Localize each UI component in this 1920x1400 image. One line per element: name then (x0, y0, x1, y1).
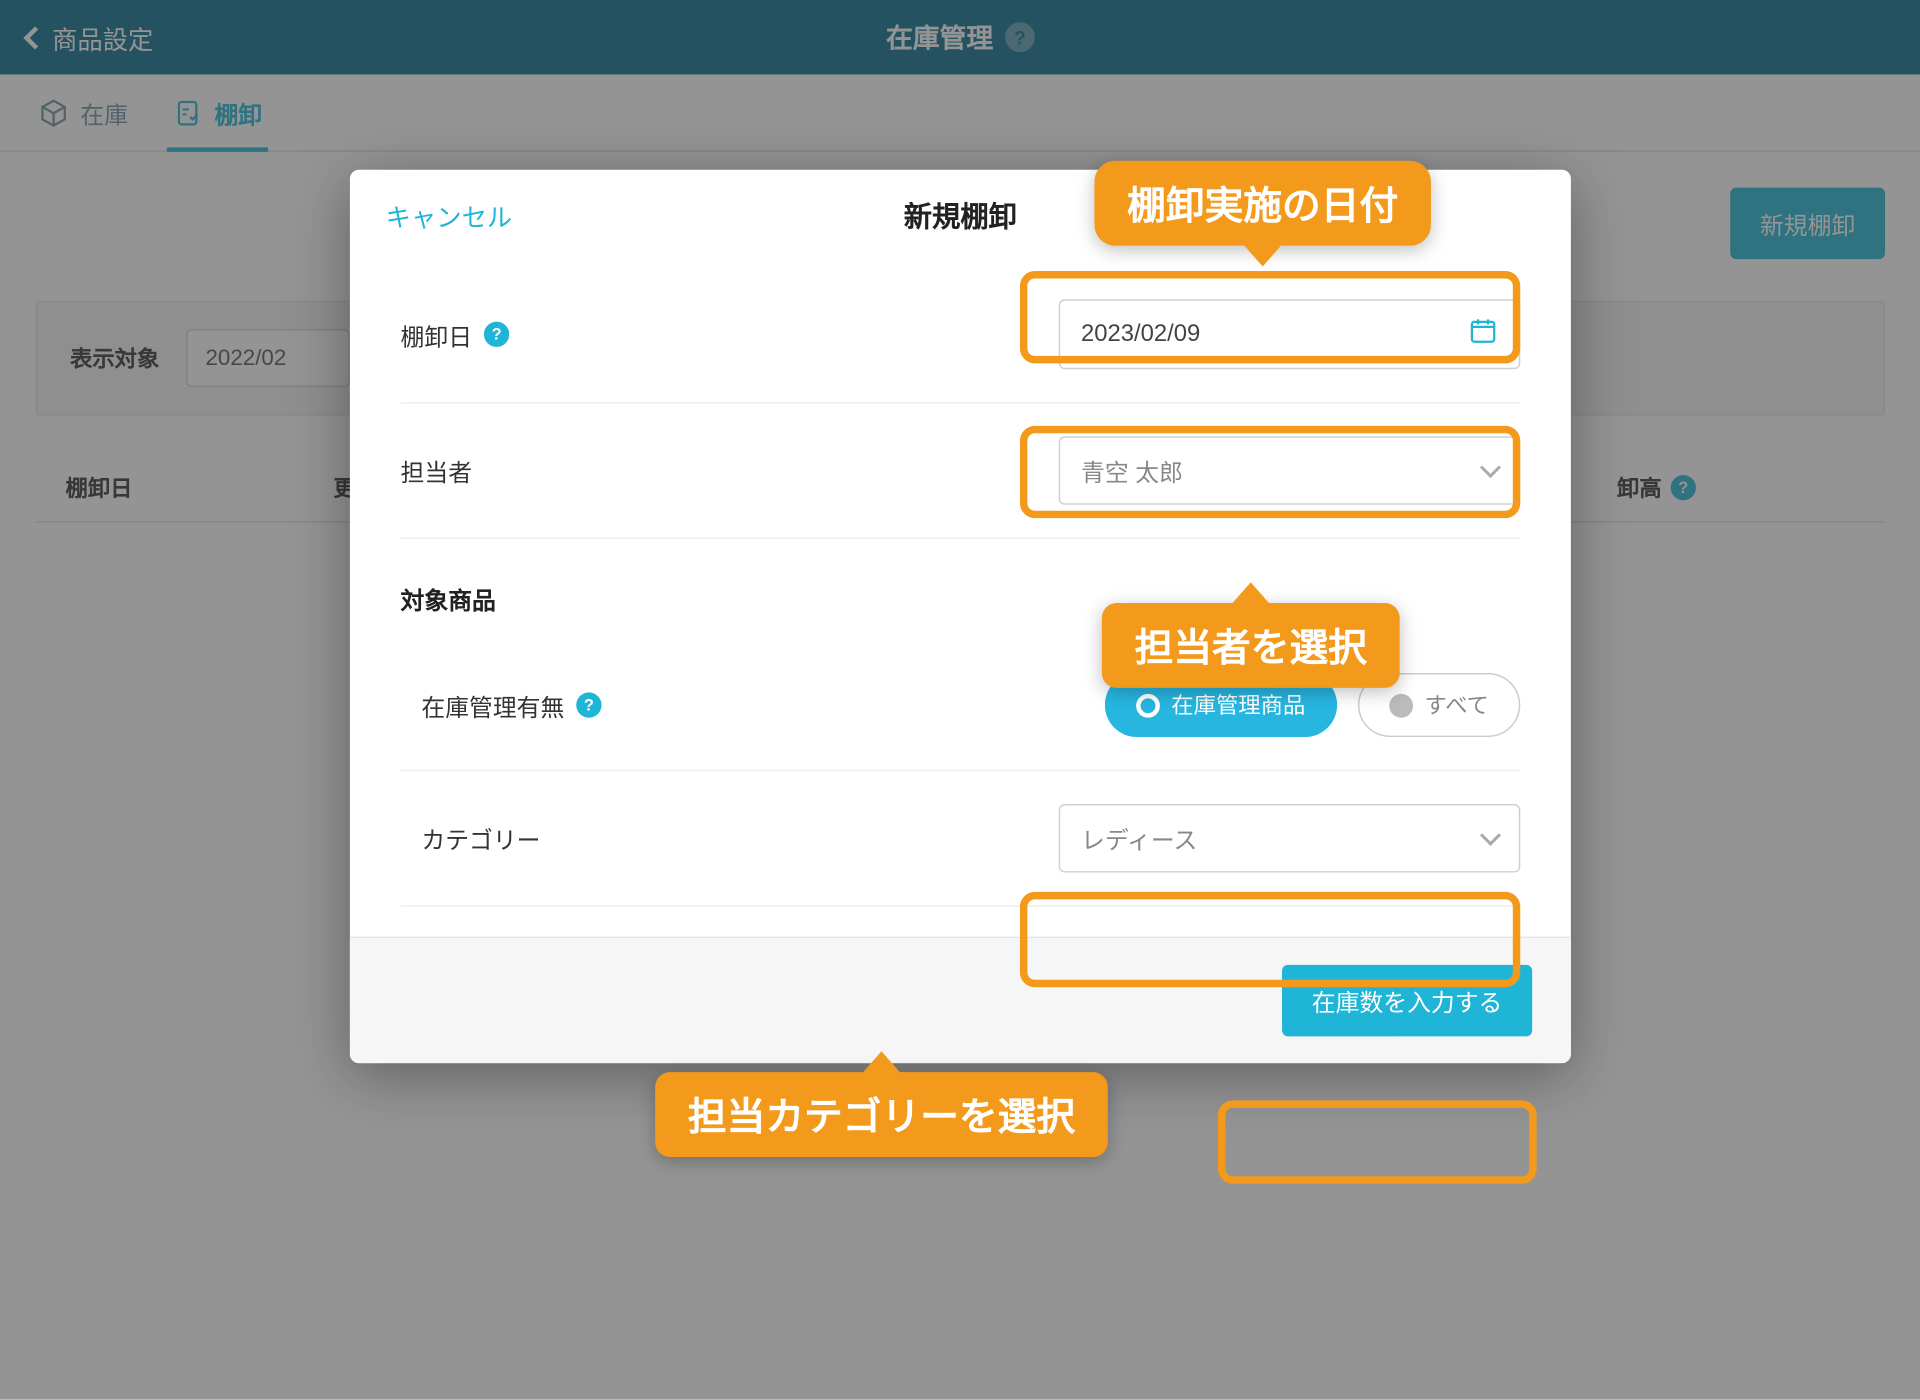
pill-all-label: すべて (1424, 689, 1489, 720)
calendar-icon (1468, 316, 1498, 353)
chevron-down-icon (1480, 825, 1501, 846)
highlight-submit (1218, 1100, 1537, 1183)
category-label: カテゴリー (421, 820, 540, 856)
callout-category: 担当カテゴリーを選択 (655, 1072, 1108, 1157)
radio-icon (1389, 693, 1413, 717)
help-icon[interactable]: ? (484, 322, 509, 347)
callout-date: 棚卸実施の日付 (1094, 161, 1431, 246)
date-value: 2023/02/09 (1081, 321, 1200, 348)
submit-stock-button[interactable]: 在庫数を入力する (1282, 965, 1532, 1036)
category-value: レディース (1081, 820, 1197, 856)
person-label: 担当者 (401, 453, 472, 489)
date-input[interactable]: 2023/02/09 (1059, 299, 1521, 369)
radio-icon (1136, 693, 1160, 717)
cancel-button[interactable]: キャンセル (386, 197, 513, 234)
modal-overlay: キャンセル 新規棚卸 棚卸日 ? 2023/02/09 (0, 0, 1920, 1400)
managed-label: 在庫管理有無 (421, 687, 564, 723)
help-icon[interactable]: ? (576, 692, 601, 717)
chevron-down-icon (1480, 457, 1501, 478)
callout-person-text: 担当者を選択 (1135, 625, 1367, 670)
pill-managed-label: 在庫管理商品 (1171, 689, 1305, 720)
person-select[interactable]: 青空 太郎 (1059, 436, 1521, 504)
person-value: 青空 太郎 (1081, 453, 1183, 489)
callout-person: 担当者を選択 (1102, 603, 1400, 688)
category-select[interactable]: レディース (1059, 804, 1521, 872)
callout-date-text: 棚卸実施の日付 (1127, 183, 1398, 228)
modal-title: 新規棚卸 (904, 195, 1017, 235)
date-label: 棚卸日 (401, 316, 472, 352)
callout-category-text: 担当カテゴリーを選択 (688, 1094, 1075, 1139)
